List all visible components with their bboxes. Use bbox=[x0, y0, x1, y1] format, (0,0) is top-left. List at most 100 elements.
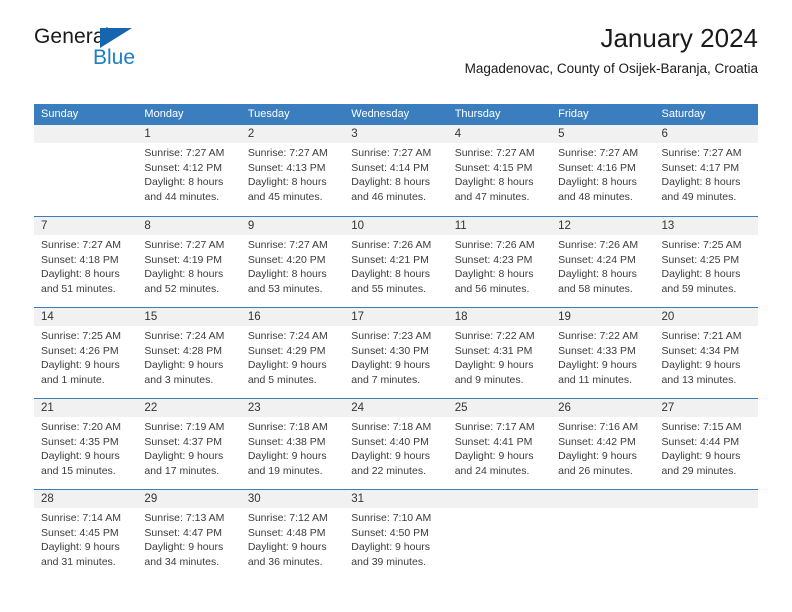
day-detail-line: and 34 minutes. bbox=[144, 555, 220, 568]
day-detail-line: Sunset: 4:50 PM bbox=[351, 526, 429, 539]
day-detail-line: Daylight: 8 hours bbox=[558, 176, 637, 188]
day-cell[interactable]: 29 Sunrise: 7:13 AM Sunset: 4:47 PM Dayligh… bbox=[137, 490, 241, 580]
day-number: 22 bbox=[137, 399, 241, 417]
day-cell[interactable]: 25 Sunrise: 7:17 AM Sunset: 4:41 PM Dayligh… bbox=[447, 399, 552, 489]
day-cell[interactable]: 3 Sunrise: 7:27 AM Sunset: 4:14 PM Daylight… bbox=[344, 125, 448, 216]
day-cell[interactable]: 17 Sunrise: 7:23 AM Sunset: 4:30 PM Dayligh… bbox=[344, 308, 448, 398]
day-cell[interactable]: 9 Sunrise: 7:27 AM Sunset: 4:20 PM Daylight… bbox=[240, 217, 345, 307]
brand-logo[interactable]: General Blue bbox=[34, 26, 284, 76]
day-cell[interactable]: 26 Sunrise: 7:16 AM Sunset: 4:42 PM Dayligh… bbox=[551, 399, 655, 489]
day-cell[interactable]: 18 Sunrise: 7:22 AM Sunset: 4:31 PM Dayligh… bbox=[447, 308, 552, 398]
day-cell[interactable]: 11 Sunrise: 7:26 AM Sunset: 4:23 PM Dayligh… bbox=[447, 217, 552, 307]
day-detail-line: and 46 minutes. bbox=[351, 190, 426, 203]
day-detail-line: Sunrise: 7:21 AM bbox=[661, 330, 742, 342]
day-details: Sunrise: 7:22 AM Sunset: 4:31 PM Daylight:… bbox=[448, 326, 551, 387]
day-detail-line: Sunrise: 7:20 AM bbox=[41, 421, 121, 433]
day-detail-line: Sunrise: 7:27 AM bbox=[351, 147, 432, 159]
day-cell[interactable]: 4 Sunrise: 7:27 AM Sunset: 4:15 PM Daylight… bbox=[447, 125, 552, 216]
day-cell[interactable]: 27 Sunrise: 7:15 AM Sunset: 4:44 PM Dayligh… bbox=[654, 399, 758, 489]
day-details: Sunrise: 7:13 AM Sunset: 4:47 PM Daylight:… bbox=[137, 508, 240, 569]
day-cell[interactable]: 8 Sunrise: 7:27 AM Sunset: 4:19 PM Daylight… bbox=[137, 217, 241, 307]
day-detail-line: Sunset: 4:28 PM bbox=[144, 344, 223, 357]
day-cell[interactable]: 14 Sunrise: 7:25 AM Sunset: 4:26 PM Dayligh… bbox=[34, 308, 138, 398]
day-detail-line: Daylight: 8 hours bbox=[454, 268, 534, 280]
day-detail-line: and 55 minutes. bbox=[351, 282, 426, 295]
day-number: 15 bbox=[137, 308, 241, 326]
day-details: Sunrise: 7:27 AM Sunset: 4:18 PM Daylight:… bbox=[34, 235, 137, 296]
day-detail-line: Daylight: 9 hours bbox=[41, 450, 120, 462]
day-detail-line: and 3 minutes. bbox=[144, 373, 214, 386]
day-detail-line: Sunrise: 7:15 AM bbox=[661, 421, 742, 433]
day-detail-line: Sunset: 4:25 PM bbox=[661, 253, 740, 266]
day-detail-line: Sunset: 4:31 PM bbox=[454, 344, 533, 357]
day-details: Sunrise: 7:18 AM Sunset: 4:38 PM Daylight:… bbox=[241, 417, 344, 478]
day-details: Sunrise: 7:27 AM Sunset: 4:12 PM Daylight:… bbox=[137, 143, 240, 204]
day-detail-line: and 53 minutes. bbox=[247, 282, 323, 295]
day-cell[interactable]: 12 Sunrise: 7:26 AM Sunset: 4:24 PM Dayligh… bbox=[551, 217, 655, 307]
day-cell[interactable]: 1 Sunrise: 7:27 AM Sunset: 4:12 PM Daylight… bbox=[137, 125, 241, 216]
day-cell[interactable]: 13 Sunrise: 7:25 AM Sunset: 4:25 PM Dayligh… bbox=[654, 217, 758, 307]
day-detail-line: and 15 minutes. bbox=[41, 464, 116, 477]
day-detail-line: and 44 minutes. bbox=[144, 190, 220, 203]
day-cell[interactable]: 15 Sunrise: 7:24 AM Sunset: 4:28 PM Dayligh… bbox=[137, 308, 241, 398]
day-cell[interactable]: 10 Sunrise: 7:26 AM Sunset: 4:21 PM Dayligh… bbox=[344, 217, 448, 307]
day-cell[interactable]: 7 Sunrise: 7:27 AM Sunset: 4:18 PM Daylight… bbox=[34, 217, 138, 307]
weekday-header-thursday: Thursday bbox=[454, 108, 501, 120]
day-number: 9 bbox=[240, 217, 345, 235]
day-detail-line: Sunset: 4:35 PM bbox=[41, 435, 119, 448]
day-detail-line: Daylight: 9 hours bbox=[144, 359, 224, 371]
day-cell[interactable]: 6 Sunrise: 7:27 AM Sunset: 4:17 PM Daylight… bbox=[654, 125, 758, 216]
day-cell[interactable]: 31 Sunrise: 7:10 AM Sunset: 4:50 PM Dayligh… bbox=[344, 490, 448, 580]
day-cell[interactable]: 28 Sunrise: 7:14 AM Sunset: 4:45 PM Dayligh… bbox=[34, 490, 138, 580]
day-cell[interactable]: 16 Sunrise: 7:24 AM Sunset: 4:29 PM Dayligh… bbox=[240, 308, 345, 398]
brand-triangle-icon bbox=[100, 28, 132, 48]
day-detail-line: Sunrise: 7:27 AM bbox=[247, 239, 328, 251]
weekday-header-tuesday: Tuesday bbox=[247, 108, 290, 120]
day-detail-line: Sunset: 4:44 PM bbox=[661, 435, 740, 448]
day-detail-line: Sunrise: 7:27 AM bbox=[454, 147, 535, 159]
day-detail-line: and 58 minutes. bbox=[558, 282, 633, 295]
day-detail-line: Daylight: 9 hours bbox=[661, 359, 741, 371]
day-detail-line: Sunrise: 7:23 AM bbox=[351, 330, 432, 342]
day-detail-line: Sunset: 4:13 PM bbox=[247, 161, 326, 174]
day-detail-line: Daylight: 9 hours bbox=[144, 450, 224, 462]
day-cell[interactable]: 24 Sunrise: 7:18 AM Sunset: 4:40 PM Dayligh… bbox=[344, 399, 448, 489]
day-cell[interactable]: 2 Sunrise: 7:27 AM Sunset: 4:13 PM Daylight… bbox=[240, 125, 345, 216]
day-details bbox=[655, 508, 758, 511]
day-details: Sunrise: 7:19 AM Sunset: 4:37 PM Daylight:… bbox=[137, 417, 240, 478]
day-detail-line: Sunset: 4:17 PM bbox=[661, 161, 740, 174]
day-detail-line: and 29 minutes. bbox=[661, 464, 737, 477]
brand-name-blue: Blue bbox=[93, 46, 136, 69]
day-details: Sunrise: 7:20 AM Sunset: 4:35 PM Daylight:… bbox=[34, 417, 137, 478]
day-detail-line: Sunrise: 7:27 AM bbox=[661, 147, 742, 159]
day-cell[interactable]: 19 Sunrise: 7:22 AM Sunset: 4:33 PM Dayligh… bbox=[551, 308, 655, 398]
day-details: Sunrise: 7:12 AM Sunset: 4:48 PM Daylight:… bbox=[241, 508, 344, 569]
brand-top-row: General bbox=[34, 26, 284, 49]
week-row: 1 Sunrise: 7:27 AM Sunset: 4:12 PM Daylight… bbox=[34, 125, 758, 216]
day-detail-line: and 48 minutes. bbox=[558, 190, 633, 203]
day-number: 4 bbox=[447, 125, 552, 143]
day-detail-line: Daylight: 8 hours bbox=[247, 268, 327, 280]
day-detail-line: and 24 minutes. bbox=[454, 464, 530, 477]
day-detail-line: Daylight: 9 hours bbox=[351, 450, 431, 462]
day-details: Sunrise: 7:25 AM Sunset: 4:26 PM Daylight:… bbox=[34, 326, 137, 387]
calendar-page: General Blue January 2024 Magadenovac, C… bbox=[0, 0, 792, 612]
day-cell[interactable]: 5 Sunrise: 7:27 AM Sunset: 4:16 PM Daylight… bbox=[551, 125, 655, 216]
day-detail-line: and 39 minutes. bbox=[351, 555, 426, 568]
day-cell[interactable]: 30 Sunrise: 7:12 AM Sunset: 4:48 PM Dayligh… bbox=[240, 490, 345, 580]
day-detail-line: Sunrise: 7:14 AM bbox=[41, 512, 121, 524]
day-detail-line: Sunset: 4:18 PM bbox=[41, 253, 119, 266]
calendar-body: 1 Sunrise: 7:27 AM Sunset: 4:12 PM Daylight… bbox=[34, 125, 758, 580]
day-detail-line: Sunrise: 7:26 AM bbox=[454, 239, 535, 251]
day-number: 2 bbox=[240, 125, 345, 143]
weekday-header-wednesday: Wednesday bbox=[351, 108, 410, 120]
day-number: 8 bbox=[137, 217, 241, 235]
day-number: 11 bbox=[447, 217, 552, 235]
day-cell[interactable]: 23 Sunrise: 7:18 AM Sunset: 4:38 PM Dayligh… bbox=[240, 399, 345, 489]
day-detail-line: and 47 minutes. bbox=[454, 190, 530, 203]
day-detail-line: and 19 minutes. bbox=[247, 464, 323, 477]
day-cell[interactable]: 21 Sunrise: 7:20 AM Sunset: 4:35 PM Dayligh… bbox=[34, 399, 138, 489]
day-cell[interactable]: 20 Sunrise: 7:21 AM Sunset: 4:34 PM Dayligh… bbox=[654, 308, 758, 398]
day-detail-line: and 56 minutes. bbox=[454, 282, 530, 295]
day-cell[interactable]: 22 Sunrise: 7:19 AM Sunset: 4:37 PM Dayligh… bbox=[137, 399, 241, 489]
